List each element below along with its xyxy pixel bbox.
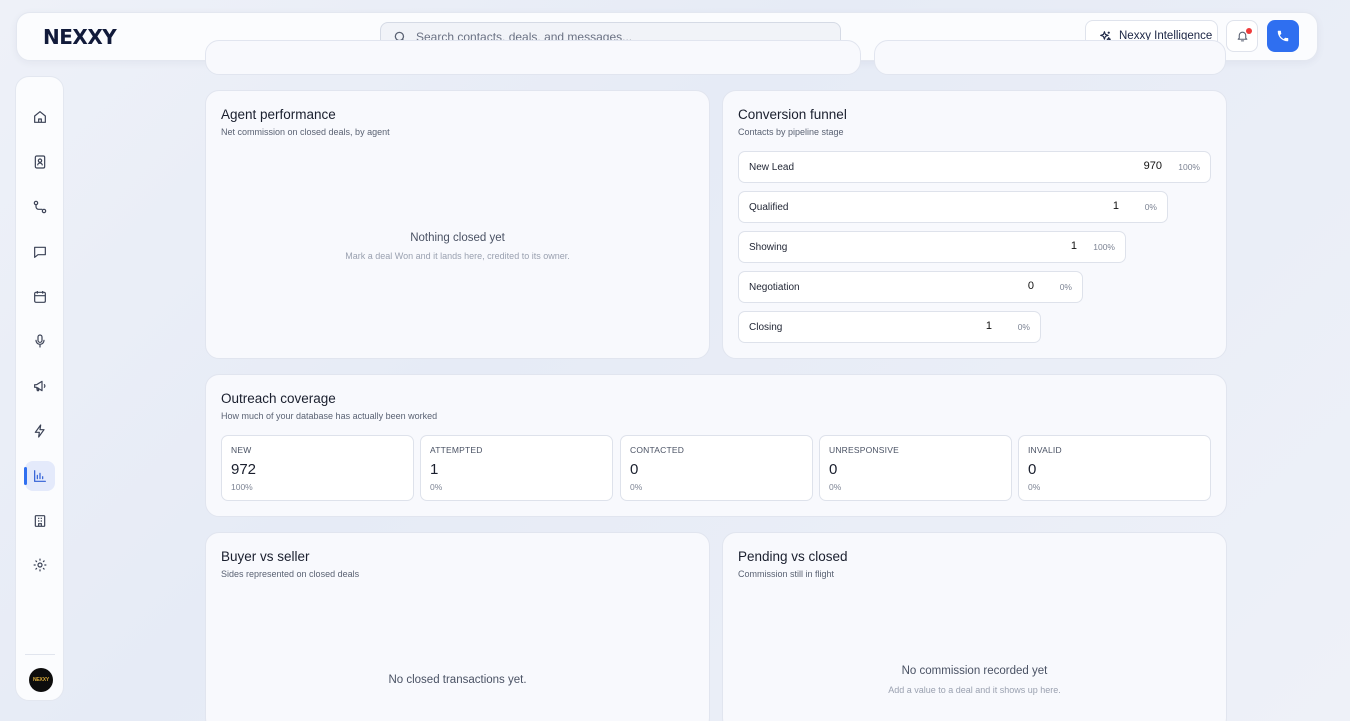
bar-chart-icon	[34, 470, 46, 482]
coverage-box-unresponsive[interactable]: UNRESPONSIVE 0 0%	[819, 435, 1012, 501]
card-partial-right	[874, 40, 1226, 75]
chat-icon	[34, 246, 46, 258]
funnel-stage-count: 1	[985, 320, 992, 332]
empty-state-title: No commission recorded yet	[901, 665, 1048, 677]
notifications-button[interactable]	[1226, 20, 1258, 52]
calendar-icon	[34, 291, 46, 303]
call-button[interactable]	[1267, 20, 1299, 52]
card-title: Pending vs closed	[738, 549, 848, 564]
sidebar: NEXXY	[15, 76, 64, 701]
sidebar-item-home[interactable]	[25, 102, 55, 132]
coverage-pct: 100%	[231, 482, 253, 492]
coverage-label: INVALID	[1028, 445, 1062, 455]
coverage-pct: 0%	[430, 482, 443, 492]
funnel-stage-count: 0	[1027, 280, 1034, 292]
building-icon	[34, 515, 46, 527]
funnel-stage-count: 970	[1143, 160, 1162, 172]
funnel-stage-pct: 0%	[1144, 202, 1157, 212]
coverage-label: NEW	[231, 445, 252, 455]
funnel-row-new-lead[interactable]: New Lead 970 100%	[738, 151, 1211, 183]
funnel-row-closing[interactable]: Closing 1 0%	[738, 311, 1041, 343]
funnel-stage-label: Closing	[749, 322, 783, 333]
funnel-row-negotiation[interactable]: Negotiation 0 0%	[738, 271, 1083, 303]
coverage-pct: 0%	[1028, 482, 1041, 492]
funnel-stage-label: Qualified	[749, 202, 789, 213]
sidebar-item-automations[interactable]	[25, 416, 55, 446]
card-subtitle: Commission still in flight	[738, 569, 835, 579]
sidebar-item-messages[interactable]	[25, 237, 55, 267]
empty-state-subtitle: Mark a deal Won and it lands here, credi…	[345, 251, 570, 261]
empty-state-subtitle: Add a value to a deal and it shows up he…	[888, 685, 1061, 695]
card-partial-left	[205, 40, 861, 75]
sidebar-item-pipeline[interactable]	[25, 192, 55, 222]
card-title: Agent performance	[221, 107, 336, 122]
funnel-stage-label: Negotiation	[749, 282, 800, 293]
coverage-pct: 0%	[630, 482, 643, 492]
home-icon	[34, 111, 46, 123]
card-subtitle: Contacts by pipeline stage	[738, 127, 844, 137]
sidebar-divider	[25, 654, 55, 655]
card-title: Outreach coverage	[221, 391, 336, 406]
coverage-value: 0	[829, 461, 838, 478]
card-subtitle: Sides represented on closed deals	[221, 569, 360, 579]
funnel-row-showing[interactable]: Showing 1 100%	[738, 231, 1126, 263]
coverage-label: ATTEMPTED	[430, 445, 483, 455]
coverage-box-attempted[interactable]: ATTEMPTED 1 0%	[420, 435, 613, 501]
sidebar-item-reports[interactable]	[24, 461, 55, 491]
sidebar-item-campaigns[interactable]	[25, 371, 55, 401]
funnel-stage-label: Showing	[749, 242, 788, 253]
funnel-stage-pct: 0%	[1059, 282, 1072, 292]
funnel-stage-pct: 100%	[1093, 242, 1115, 252]
contact-book-icon	[34, 155, 46, 169]
coverage-label: UNRESPONSIVE	[829, 445, 899, 455]
funnel-stage-count: 1	[1070, 240, 1077, 252]
outreach-coverage-card: Outreach coverage How much of your datab…	[205, 374, 1227, 517]
avatar[interactable]: NEXXY	[29, 668, 53, 692]
empty-state-title: No closed transactions yet.	[388, 674, 527, 686]
card-subtitle: Net commission on closed deals, by agent	[221, 127, 390, 137]
coverage-value: 972	[231, 461, 257, 478]
funnel-stage-count: 1	[1112, 200, 1119, 212]
gear-icon	[33, 558, 47, 572]
active-indicator	[24, 467, 27, 485]
coverage-box-new[interactable]: NEW 972 100%	[221, 435, 414, 501]
microphone-icon	[35, 334, 45, 348]
sidebar-item-calendar[interactable]	[25, 282, 55, 312]
megaphone-icon	[34, 380, 46, 392]
card-title: Conversion funnel	[738, 107, 847, 122]
nexxy-logo[interactable]: NEXXY	[43, 25, 117, 49]
sidebar-item-settings[interactable]	[25, 550, 55, 580]
card-subtitle: How much of your database has actually b…	[221, 411, 438, 421]
phone-icon	[1277, 30, 1289, 42]
card-title: Buyer vs seller	[221, 549, 310, 564]
coverage-value: 1	[430, 461, 439, 478]
agent-performance-card: Agent performance Net commission on clos…	[205, 90, 710, 359]
pending-vs-closed-card: Pending vs closed Commission still in fl…	[722, 532, 1227, 721]
sidebar-item-company[interactable]	[25, 506, 55, 536]
notification-dot	[1246, 28, 1252, 34]
funnel-stage-pct: 100%	[1178, 162, 1200, 172]
coverage-pct: 0%	[829, 482, 842, 492]
funnel-stage-pct: 0%	[1017, 322, 1030, 332]
conversion-funnel-card: Conversion funnel Contacts by pipeline s…	[722, 90, 1227, 359]
sidebar-item-recordings[interactable]	[25, 326, 55, 356]
coverage-value: 0	[1028, 461, 1037, 478]
lightning-icon	[34, 424, 45, 438]
route-icon	[33, 200, 47, 214]
coverage-value: 0	[630, 461, 639, 478]
funnel-row-qualified[interactable]: Qualified 1 0%	[738, 191, 1168, 223]
sidebar-item-contacts[interactable]	[25, 147, 55, 177]
buyer-vs-seller-card: Buyer vs seller Sides represented on clo…	[205, 532, 710, 721]
coverage-box-contacted[interactable]: CONTACTED 0 0%	[620, 435, 813, 501]
coverage-box-invalid[interactable]: INVALID 0 0%	[1018, 435, 1211, 501]
funnel-stage-label: New Lead	[749, 162, 795, 173]
coverage-label: CONTACTED	[630, 445, 685, 455]
empty-state-title: Nothing closed yet	[410, 232, 505, 244]
